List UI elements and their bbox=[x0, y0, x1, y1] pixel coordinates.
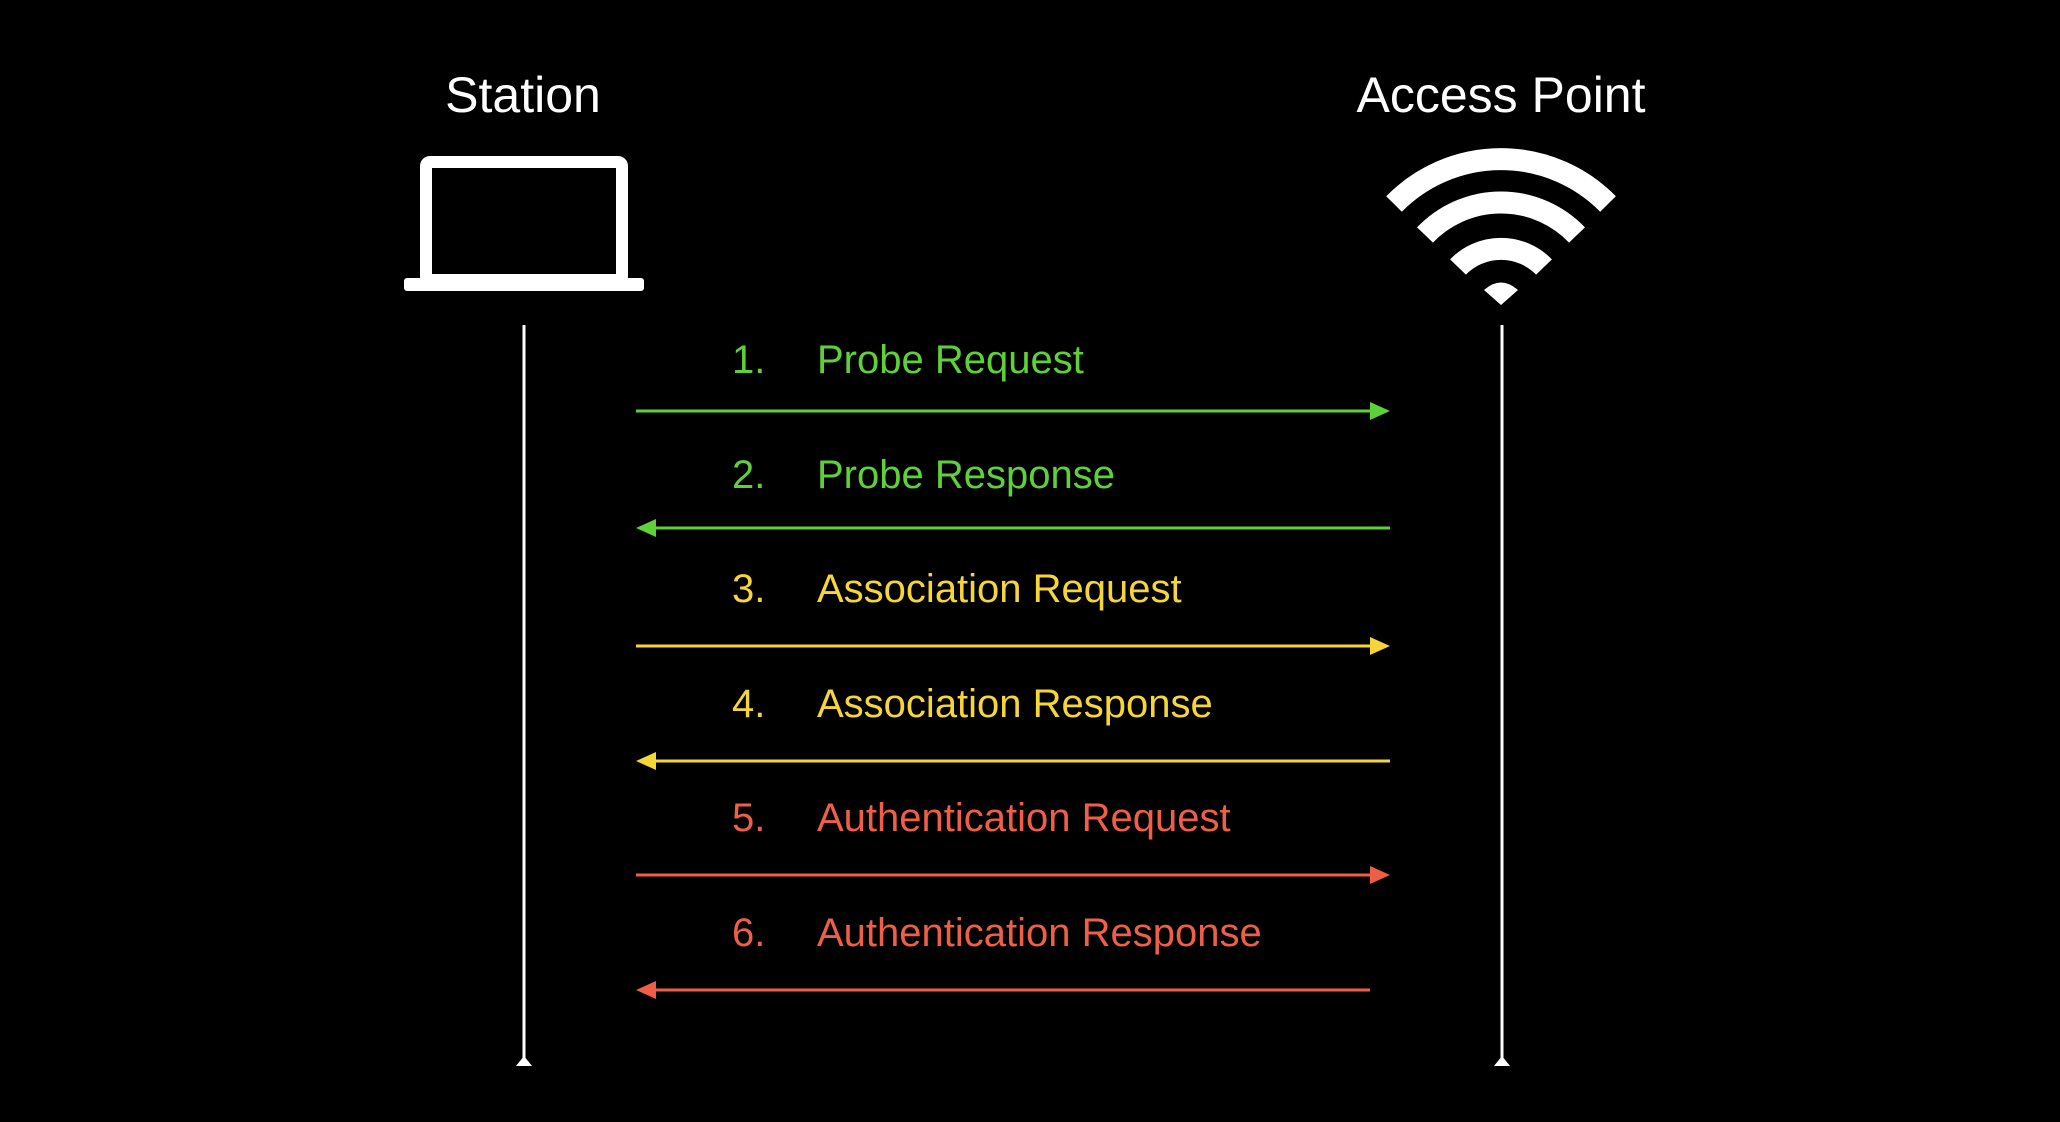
sequence-diagram: Station Access Point 1. Probe Request 2.… bbox=[0, 0, 2060, 1122]
message-number: 3. bbox=[732, 567, 766, 611]
message-arrow-head bbox=[636, 981, 656, 999]
message-number: 4. bbox=[732, 682, 766, 726]
message-arrow-head bbox=[636, 752, 656, 770]
message-label: Probe Request bbox=[817, 338, 1084, 382]
message-number: 2. bbox=[732, 453, 766, 497]
message-arrow-head bbox=[1370, 637, 1390, 655]
message-label: Association Response bbox=[817, 682, 1213, 726]
message-label: Authentication Response bbox=[817, 911, 1262, 955]
message-arrow-head bbox=[1370, 402, 1390, 420]
message-label: Authentication Request bbox=[817, 796, 1231, 840]
message-arrow-head bbox=[1370, 866, 1390, 884]
message-label: Probe Response bbox=[817, 453, 1115, 497]
message-label: Association Request bbox=[817, 567, 1182, 611]
message-number: 1. bbox=[732, 338, 766, 382]
message-arrow-head bbox=[636, 519, 656, 537]
message-number: 6. bbox=[732, 911, 766, 955]
message-number: 5. bbox=[732, 796, 766, 840]
